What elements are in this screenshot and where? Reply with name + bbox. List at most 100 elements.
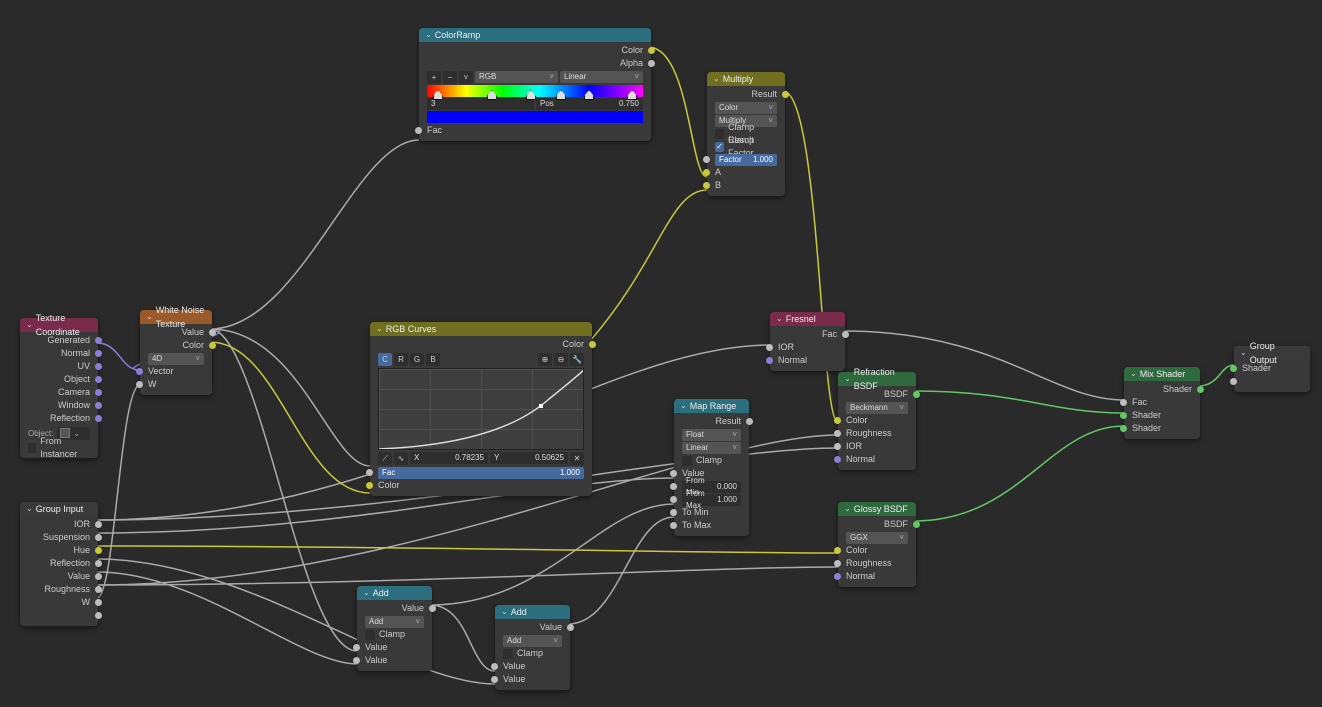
mult-type-dropdown[interactable]: Color˅	[715, 102, 777, 114]
socket-rgbc-color-in[interactable]: Color	[370, 479, 592, 492]
socket-glossy-color[interactable]: Color	[838, 544, 916, 557]
glossy-dist-dropdown[interactable]: GGX˅	[846, 532, 908, 544]
mr-interp-dropdown[interactable]: Linear˅	[682, 442, 741, 454]
ramp-menu-button[interactable]: ˅	[459, 71, 473, 84]
socket-reflection[interactable]: Reflection	[20, 412, 98, 425]
socket-go-shader[interactable]: Shader	[1234, 362, 1310, 375]
node-header-texcoord[interactable]: ⌄ Texture Coordinate	[20, 318, 98, 332]
socket-mix-s2[interactable]: Shader	[1124, 422, 1200, 435]
socket-w-gi[interactable]: W	[20, 596, 98, 609]
node-header-rgbcurves[interactable]: ⌄ RGB Curves	[370, 322, 592, 336]
socket-reflection-gi[interactable]: Reflection	[20, 557, 98, 570]
node-header-add2[interactable]: ⌄ Add	[495, 605, 570, 619]
socket-fresnel-normal[interactable]: Normal	[770, 354, 845, 367]
curve-tab-c[interactable]: C	[378, 353, 392, 366]
socket-mix-s1[interactable]: Shader	[1124, 409, 1200, 422]
curve-tab-g[interactable]: G	[410, 353, 424, 366]
curve-tab-b[interactable]: B	[426, 353, 440, 366]
socket-add1-v2[interactable]: Value	[357, 654, 432, 667]
curve-zoom-in-icon[interactable]: ⊕	[538, 353, 552, 366]
ramp-interp-dropdown[interactable]: Linear˅	[560, 71, 643, 83]
socket-mr-result[interactable]: Result	[674, 415, 749, 428]
socket-add2-v1[interactable]: Value	[495, 660, 570, 673]
node-header-groupinput[interactable]: ⌄ Group Input	[20, 502, 98, 516]
socket-object[interactable]: Object	[20, 373, 98, 386]
socket-cr-alpha[interactable]: Alpha	[419, 57, 651, 70]
node-header-whitenoise[interactable]: ⌄ White Noise Texture	[140, 310, 212, 324]
refr-dist-dropdown[interactable]: Beckmann˅	[846, 402, 908, 414]
curve-zoom-out-icon[interactable]: ⊖	[554, 353, 568, 366]
socket-mix-out[interactable]: Shader	[1124, 383, 1200, 396]
node-header-maprange[interactable]: ⌄ Map Range	[674, 399, 749, 413]
socket-glossy-bsdf[interactable]: BSDF	[838, 518, 916, 531]
socket-rgbc-fac[interactable]: Fac1.000	[370, 466, 592, 479]
node-header-glossy[interactable]: ⌄ Glossy BSDF	[838, 502, 916, 516]
node-header-multiply[interactable]: ⌄ Multiply	[707, 72, 785, 86]
handle-vector-icon[interactable]: ⟋	[378, 452, 392, 465]
add1-mode-dropdown[interactable]: Add˅	[365, 616, 424, 628]
socket-roughness-gi[interactable]: Roughness	[20, 583, 98, 596]
color-ramp-gradient[interactable]	[427, 85, 643, 97]
socket-mr-tomin[interactable]: To Min	[674, 506, 749, 519]
curve-x-field[interactable]: X0.78235	[410, 452, 488, 464]
socket-mult-a[interactable]: A	[707, 166, 785, 179]
socket-mr-tomax[interactable]: To Max	[674, 519, 749, 532]
curve-tools-icon[interactable]: 🔧	[570, 353, 584, 366]
socket-refr-color[interactable]: Color	[838, 414, 916, 427]
mr-clamp-checkbox[interactable]: Clamp	[682, 454, 722, 467]
socket-mult-factor[interactable]: Factor1.000	[707, 153, 785, 166]
node-header-fresnel[interactable]: ⌄ Fresnel	[770, 312, 845, 326]
node-header-refraction[interactable]: ⌄ Refraction BSDF	[838, 372, 916, 386]
socket-window[interactable]: Window	[20, 399, 98, 412]
node-header-groupoutput[interactable]: ⌄ Group Output	[1234, 346, 1310, 360]
socket-generated[interactable]: Generated	[20, 334, 98, 347]
socket-value-gi[interactable]: Value	[20, 570, 98, 583]
ramp-remove-button[interactable]: −	[443, 71, 457, 84]
socket-wn-w[interactable]: W	[140, 378, 212, 391]
socket-rgbc-color-out[interactable]: Color	[370, 338, 592, 351]
socket-uv[interactable]: UV	[20, 360, 98, 373]
socket-hue[interactable]: Hue	[20, 544, 98, 557]
node-header-add1[interactable]: ⌄ Add	[357, 586, 432, 600]
curve-y-field[interactable]: Y0.50625	[490, 452, 568, 464]
socket-wn-color[interactable]: Color	[140, 339, 212, 352]
socket-camera[interactable]: Camera	[20, 386, 98, 399]
ramp-colormode-dropdown[interactable]: RGB˅	[475, 71, 558, 83]
socket-refr-bsdf[interactable]: BSDF	[838, 388, 916, 401]
socket-wn-value[interactable]: Value	[140, 326, 212, 339]
socket-fresnel-fac[interactable]: Fac	[770, 328, 845, 341]
curve-editor[interactable]	[378, 368, 584, 450]
socket-glossy-normal[interactable]: Normal	[838, 570, 916, 583]
socket-add1-out[interactable]: Value	[357, 602, 432, 615]
socket-mr-frommax[interactable]: From Max1.000	[674, 493, 749, 506]
socket-glossy-rough[interactable]: Roughness	[838, 557, 916, 570]
mr-type-dropdown[interactable]: Float˅	[682, 429, 741, 441]
node-header-mixshader[interactable]: ⌄ Mix Shader	[1124, 367, 1200, 381]
socket-add2-v2[interactable]: Value	[495, 673, 570, 686]
dimensions-dropdown[interactable]: 4D˅	[148, 353, 204, 365]
socket-suspension[interactable]: Suspension	[20, 531, 98, 544]
handle-auto-icon[interactable]: ∿	[394, 452, 408, 465]
ramp-add-button[interactable]: +	[427, 71, 441, 84]
socket-refr-normal[interactable]: Normal	[838, 453, 916, 466]
socket-normal[interactable]: Normal	[20, 347, 98, 360]
socket-add1-v1[interactable]: Value	[357, 641, 432, 654]
socket-go-empty[interactable]	[1234, 375, 1310, 388]
socket-ior[interactable]: IOR	[20, 518, 98, 531]
ramp-index-field[interactable]: 3	[427, 98, 534, 110]
socket-mult-b[interactable]: B	[707, 179, 785, 192]
node-header-colorramp[interactable]: ⌄ ColorRamp	[419, 28, 651, 42]
socket-fresnel-ior[interactable]: IOR	[770, 341, 845, 354]
socket-refr-rough[interactable]: Roughness	[838, 427, 916, 440]
socket-wn-vector[interactable]: Vector	[140, 365, 212, 378]
socket-mix-fac[interactable]: Fac	[1124, 396, 1200, 409]
socket-cr-fac[interactable]: Fac	[419, 124, 651, 137]
curve-delete-point-icon[interactable]: ✕	[570, 452, 584, 465]
socket-refr-ior[interactable]: IOR	[838, 440, 916, 453]
add2-mode-dropdown[interactable]: Add˅	[503, 635, 562, 647]
socket-add2-out[interactable]: Value	[495, 621, 570, 634]
add2-clamp-checkbox[interactable]: Clamp	[503, 647, 543, 660]
add1-clamp-checkbox[interactable]: Clamp	[365, 628, 405, 641]
ramp-color-swatch[interactable]	[427, 111, 643, 123]
socket-cr-color[interactable]: Color	[419, 44, 651, 57]
